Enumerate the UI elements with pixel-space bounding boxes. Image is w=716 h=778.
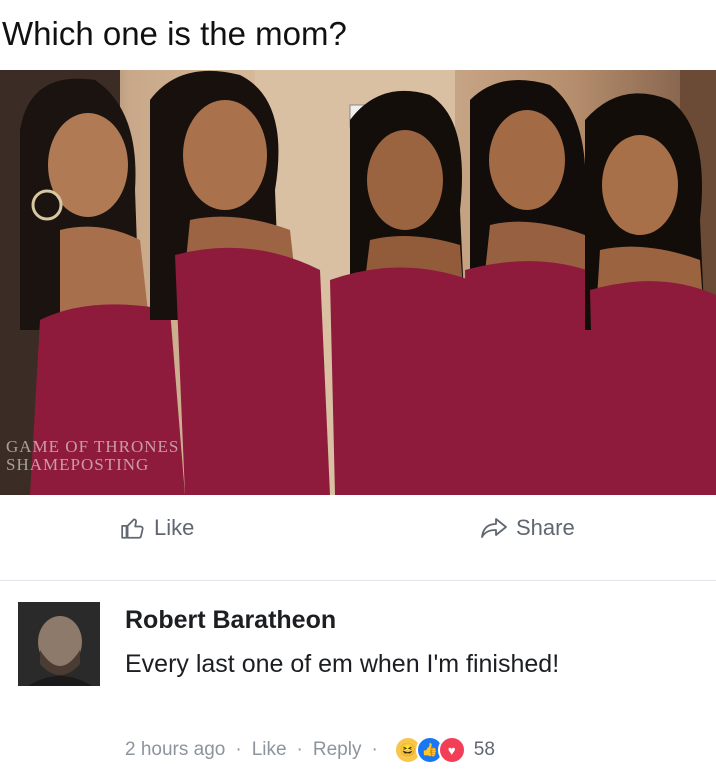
comment-reply-link[interactable]: Reply — [313, 739, 362, 761]
share-arrow-icon — [481, 518, 507, 538]
post-title: Which one is the mom? — [2, 15, 347, 52]
watermark-line2: SHAMEPOSTING — [6, 455, 150, 474]
separator: · — [371, 739, 378, 760]
like-label: Like — [154, 515, 195, 540]
share-button[interactable]: Share — [480, 515, 575, 541]
watermark-line1: GAME OF THRONES — [6, 437, 180, 456]
share-label: Share — [516, 515, 575, 540]
post-actions-bar: Like Share — [0, 495, 716, 581]
separator: · — [296, 739, 303, 760]
post-photo[interactable]: GAME OF THRONES SHAMEPOSTING — [0, 70, 716, 495]
like-button[interactable]: Like — [120, 515, 194, 541]
thumbs-up-icon — [121, 518, 144, 539]
separator: · — [235, 739, 242, 760]
photo-illustration — [0, 70, 716, 495]
comment-like-link[interactable]: Like — [252, 739, 287, 761]
comment-author[interactable]: Robert Baratheon — [125, 606, 336, 635]
avatar[interactable] — [18, 602, 100, 686]
comment-text: Every last one of em when I'm finished! — [125, 650, 560, 678]
love-reaction-icon: ♥ — [437, 736, 466, 764]
comment-meta: 2 hours ago · Like · Reply · 😆 👍 ♥ 58 — [125, 736, 495, 764]
comment: Robert Baratheon Every last one of em wh… — [0, 580, 716, 778]
reaction-summary[interactable]: 😆 👍 ♥ 58 — [393, 736, 495, 764]
avatar-portrait — [18, 602, 100, 686]
reaction-count: 58 — [473, 739, 495, 760]
comment-time[interactable]: 2 hours ago — [125, 739, 225, 761]
watermark: GAME OF THRONES SHAMEPOSTING — [6, 438, 179, 474]
